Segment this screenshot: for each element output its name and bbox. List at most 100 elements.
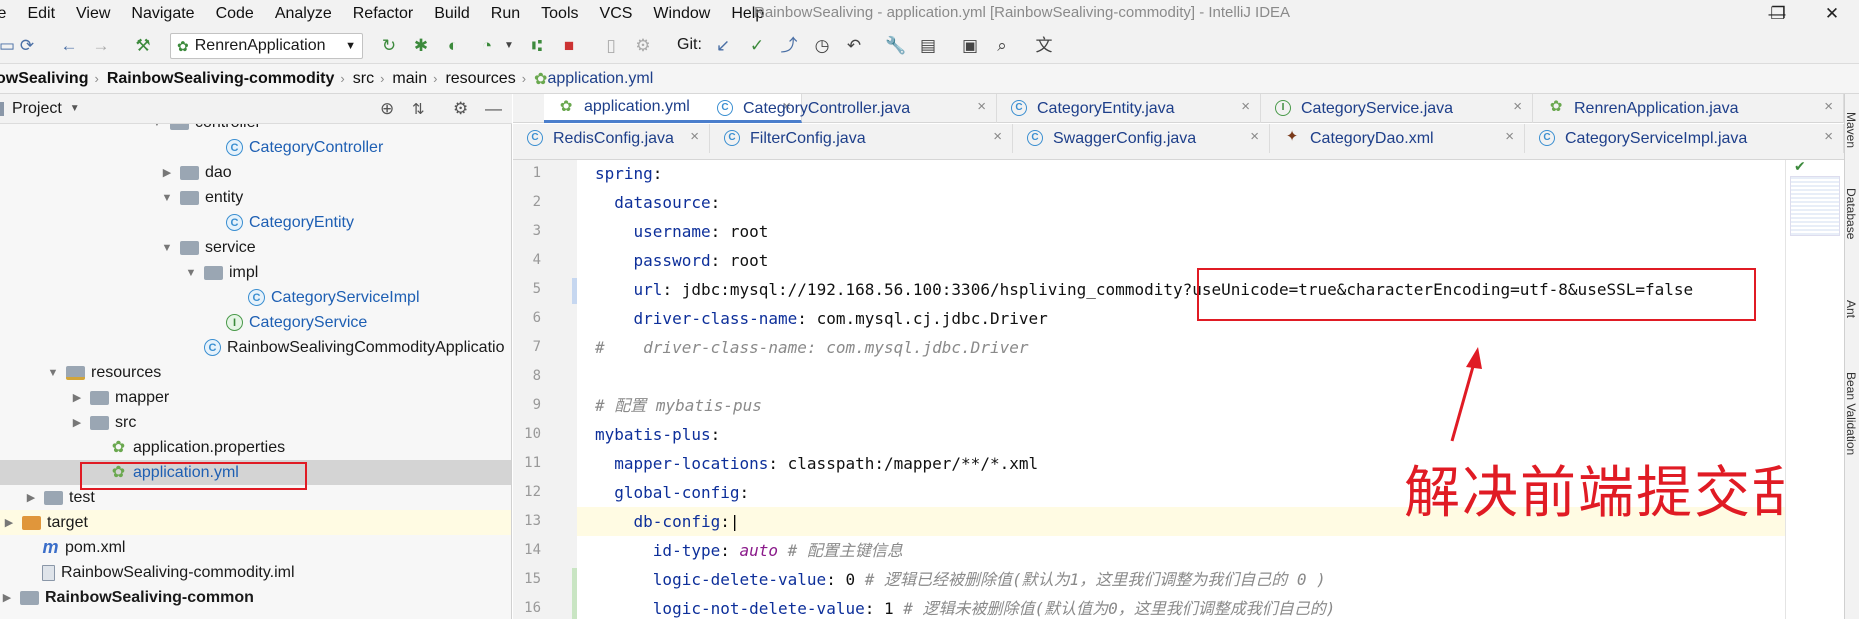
code-editor[interactable]: spring: datasource: username: root passw… [577, 160, 1785, 619]
breadcrumb-item[interactable]: application.yml [547, 70, 659, 88]
menu-item[interactable]: Window [653, 5, 719, 23]
menu-item[interactable]: Build [434, 5, 479, 23]
editor-tab[interactable]: ✦ CategoryDao.xml × [1270, 124, 1525, 153]
collapse-icon[interactable]: ⇅ [412, 100, 425, 118]
git-commit-icon[interactable]: ✓ [746, 35, 768, 57]
profile-dropdown-icon[interactable]: ▼ [498, 35, 520, 57]
tree-item[interactable]: m pom.xml [0, 535, 511, 560]
menu-item[interactable]: Analyze [275, 5, 341, 23]
expanded-arrow-icon[interactable]: ▼ [160, 242, 174, 254]
code-line[interactable]: mapper-locations: classpath:/mapper/**/*… [595, 449, 1038, 478]
editor-tab[interactable]: C SwaggerConfig.java × [1013, 124, 1270, 153]
terminal-icon[interactable]: ▣ [959, 35, 981, 57]
restore-button[interactable]: ❐ [1751, 0, 1805, 28]
close-tab-icon[interactable]: × [1824, 128, 1833, 145]
tree-item[interactable]: C CategoryController [0, 135, 511, 160]
code-line[interactable]: password: root [595, 246, 769, 275]
editor-tab[interactable]: C RedisConfig.java × [513, 124, 710, 153]
close-tab-icon[interactable]: × [1505, 128, 1514, 145]
project-panel-title[interactable]: Project [12, 100, 62, 118]
code-line[interactable]: logic-not-delete-value: 1 # 逻辑未被删除值(默认值为… [595, 594, 1336, 619]
breadcrumb-item[interactable]: owSealiving [0, 70, 94, 88]
expanded-arrow-icon[interactable]: ▼ [184, 267, 198, 279]
tree-item[interactable]: ▼ impl [0, 260, 511, 285]
editor-tab[interactable]: C CategoryEntity.java × [997, 94, 1261, 123]
code-line[interactable]: id-type: auto # 配置主键信息 [595, 536, 903, 565]
tree-item[interactable]: I CategoryService [0, 310, 511, 335]
editor-tab[interactable]: C CategoryController.java × [703, 94, 997, 123]
tree-item[interactable]: ▼ entity [0, 185, 511, 210]
tree-item[interactable]: RainbowSealiving-commodity.iml [0, 560, 511, 585]
history-icon[interactable]: ◷ [811, 35, 833, 57]
menu-item[interactable]: Navigate [131, 5, 203, 23]
sync-icon[interactable]: ⟳ [16, 35, 38, 57]
profile-icon[interactable]: ◔ [476, 35, 498, 57]
structure-icon[interactable]: ▤ [917, 35, 939, 57]
code-line[interactable]: global-config: [595, 478, 749, 507]
project-structure-icon[interactable]: ▯ [600, 35, 622, 57]
menu-item[interactable]: Run [491, 5, 529, 23]
bean-validation-tool-tab[interactable]: Bean Validation [1844, 372, 1858, 455]
tree-item[interactable]: ▶ dao [0, 160, 511, 185]
code-line[interactable]: # driver-class-name: com.mysql.jdbc.Driv… [595, 333, 1028, 362]
debug-icon[interactable]: ✱ [410, 35, 432, 57]
code-line[interactable]: logic-delete-value: 0 # 逻辑已经被删除值(默认为1，这里… [595, 565, 1326, 594]
close-tab-icon[interactable]: × [993, 128, 1002, 145]
tree-item[interactable]: ▶ src [0, 410, 511, 435]
chevron-down-icon[interactable]: ▼ [70, 103, 80, 114]
close-button[interactable]: ✕ [1805, 0, 1859, 28]
tree-item[interactable]: ▼ service [0, 235, 511, 260]
breadcrumb-item[interactable]: src [353, 70, 380, 88]
tree-item[interactable]: ▶ RainbowSealiving-common [0, 585, 511, 610]
run-config-select[interactable]: ✿ RenrenApplication ▼ [170, 33, 363, 59]
tree-item[interactable]: C RainbowSealivingCommodityApplicatio [0, 335, 511, 360]
wrench-icon[interactable]: 🔧 [885, 35, 907, 57]
breadcrumb-item[interactable]: main [392, 70, 433, 88]
ant-tool-tab[interactable]: Ant [1844, 300, 1858, 318]
rerun-icon[interactable]: ↻ [378, 35, 400, 57]
breadcrumb-item[interactable]: resources [445, 70, 521, 88]
maven-tool-tab[interactable]: Maven [1844, 112, 1858, 148]
tree-item[interactable]: ▼ resources [0, 360, 511, 385]
menu-item[interactable]: Tools [541, 5, 587, 23]
expanded-arrow-icon[interactable]: ▼ [150, 124, 164, 129]
menu-item[interactable]: Code [216, 5, 263, 23]
tree-item[interactable]: ▼ controller [0, 124, 511, 135]
code-line[interactable]: datasource: [595, 188, 720, 217]
collapsed-arrow-icon[interactable]: ▶ [2, 516, 16, 529]
breadcrumb-item[interactable]: RainbowSealiving-commodity [107, 70, 341, 88]
close-tab-icon[interactable]: × [690, 128, 699, 145]
tree-item[interactable]: ▶ mapper [0, 385, 511, 410]
git-update-icon[interactable]: ↙ [712, 35, 734, 57]
editor-tab[interactable]: C FilterConfig.java × [710, 124, 1013, 153]
stop-icon[interactable]: ■ [558, 35, 580, 57]
menu-item[interactable]: Refactor [353, 5, 422, 23]
editor-tab[interactable]: C CategoryServiceImpl.java × [1525, 124, 1844, 153]
coverage-icon[interactable]: ◐ [442, 35, 464, 57]
tree-item[interactable]: C CategoryEntity [0, 210, 511, 235]
editor-tab[interactable]: I CategoryService.java × [1261, 94, 1533, 123]
settings-disabled-icon[interactable]: ⚙ [632, 35, 654, 57]
collapsed-arrow-icon[interactable]: ▶ [0, 591, 14, 604]
tree-item[interactable]: C CategoryServiceImpl [0, 285, 511, 310]
code-line[interactable]: mybatis-plus: [595, 420, 720, 449]
code-line[interactable]: # 配置 mybatis-pus [595, 391, 762, 420]
rollback-icon[interactable]: ↶ [843, 35, 865, 57]
database-tool-tab[interactable]: Database [1844, 188, 1858, 239]
hide-panel-icon[interactable]: — [485, 99, 502, 119]
collapsed-arrow-icon[interactable]: ▶ [160, 166, 174, 179]
menu-item[interactable]: le [0, 5, 15, 23]
translate-icon[interactable]: 文 [1033, 35, 1055, 57]
tree-item[interactable]: ▶ target [0, 510, 511, 535]
forward-icon[interactable]: → [90, 35, 112, 57]
expanded-arrow-icon[interactable]: ▼ [160, 192, 174, 204]
locate-icon[interactable]: ⊕ [380, 99, 394, 119]
code-line[interactable]: spring: [595, 159, 662, 188]
code-line[interactable]: username: root [595, 217, 769, 246]
menu-item[interactable]: VCS [600, 5, 642, 23]
close-tab-icon[interactable]: × [1824, 98, 1833, 115]
code-line[interactable]: driver-class-name: com.mysql.cj.jdbc.Dri… [595, 304, 1048, 333]
collapsed-arrow-icon[interactable]: ▶ [24, 491, 38, 504]
close-tab-icon[interactable]: × [1250, 128, 1259, 145]
minimap[interactable]: ✔ [1785, 158, 1844, 619]
